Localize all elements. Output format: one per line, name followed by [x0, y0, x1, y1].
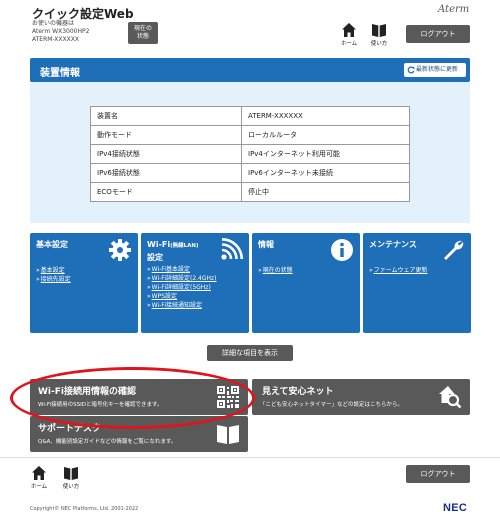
wifi-settings-card: Wi-Fi(無線LAN) 設定 Wi-Fi基本設定 Wi-Fi詳細設定(2.4G… — [141, 233, 249, 333]
table-row: 動作モード ローカルルータ — [90, 125, 410, 145]
device-identity-line: お使いの機器は — [32, 20, 75, 27]
current-status-button[interactable]: 現在の 状態 — [128, 22, 158, 44]
home-icon — [32, 466, 46, 480]
aterm-logo: Aterm — [438, 4, 470, 15]
table-value: 停止中 — [241, 182, 410, 202]
info-links: 現在の状態 — [258, 266, 293, 275]
wifi-icon — [221, 238, 243, 260]
card-title: 情報 — [258, 240, 274, 249]
book-icon — [372, 24, 386, 37]
table-key: IPv6接続状態 — [90, 163, 242, 183]
current-status-label-2: 状態 — [136, 33, 149, 40]
nec-logo: NEC — [443, 502, 468, 514]
table-value: IPv6インターネット未接続 — [241, 163, 410, 183]
table-row: 装置名 ATERM-XXXXXX — [90, 106, 410, 126]
table-key: 動作モード — [90, 125, 242, 145]
basic-settings-card: 基本設定 基本設定 接続先設定 — [30, 233, 138, 333]
footer-home-button[interactable]: ホーム — [26, 465, 52, 491]
table-key: 装置名 — [90, 106, 242, 126]
device-info-title: 装置情報 — [40, 68, 80, 79]
device-model: Aterm WX3000HP2 — [32, 28, 90, 35]
link-wps[interactable]: WPS設定 — [147, 292, 217, 301]
table-row: ECOモード 停止中 — [90, 182, 410, 202]
link-wifi-detail-5[interactable]: Wi-Fi詳細設定(5GHz) — [147, 283, 217, 292]
footer-manual-label: 使い方 — [62, 484, 80, 490]
device-info-table: 装置名 ATERM-XXXXXX 動作モード ローカルルータ IPv4接続状態 IPv… — [90, 106, 410, 202]
copyright: Copyright© NEC Platforms, Ltd. 2001-2022 — [30, 506, 139, 512]
home-label: ホーム — [340, 41, 358, 47]
book-icon — [64, 467, 78, 480]
link-current-status[interactable]: 現在の状態 — [258, 266, 293, 275]
refresh-icon — [407, 66, 415, 74]
show-details-button[interactable]: 詳細な項目を表示 — [207, 345, 293, 361]
wifi-title-main: Wi-Fi — [147, 240, 171, 249]
home-button[interactable]: ホーム — [336, 22, 362, 48]
header: クイック設定Web お使いの機器は Aterm WX3000HP2 ATERM-… — [0, 0, 500, 55]
card-title: Wi-Fi(無線LAN) 設定 — [147, 239, 199, 263]
device-info-panel: 装置情報 最新状態に更新 装置名 ATERM-XXXXXX 動作モード ローカルルー… — [30, 58, 470, 223]
table-row: IPv4接続状態 IPv4インターネット利用可能 — [90, 144, 410, 164]
support-desk-desc: Q&A、機能別設定ガイドなどの情報をご覧になれます。 — [38, 439, 177, 445]
footer-divider — [0, 457, 500, 458]
info-card: 情報 現在の状態 — [252, 233, 360, 333]
home-icon — [342, 23, 356, 37]
table-value: IPv4インターネット利用可能 — [241, 144, 410, 164]
table-value: ATERM-XXXXXX — [241, 106, 410, 126]
link-firmware-update[interactable]: ファームウェア更新 — [369, 266, 428, 275]
wifi-title-small: (無線LAN) — [170, 243, 199, 249]
table-row: IPv6接続状態 IPv6インターネット未接続 — [90, 163, 410, 183]
card-title: メンテナンス — [369, 240, 417, 249]
card-title: 基本設定 — [36, 240, 68, 249]
wifi-title-line2: 設定 — [147, 253, 163, 262]
refresh-label: 最新状態に更新 — [416, 66, 459, 73]
table-key: IPv4接続状態 — [90, 144, 242, 164]
maintenance-card: メンテナンス ファームウェア更新 — [363, 233, 471, 333]
wifi-settings-links: Wi-Fi基本設定 Wi-Fi詳細設定(2.4GHz) Wi-Fi詳細設定(5G… — [147, 265, 217, 310]
link-wifi-detail-24[interactable]: Wi-Fi詳細設定(2.4GHz) — [147, 274, 217, 283]
highlight-annotation-ring — [10, 367, 255, 429]
maintenance-links: ファームウェア更新 — [369, 266, 428, 275]
safety-net-card[interactable]: 見えて安心ネット 「こども安心ネットタイマー」などの設定はこちらから。 — [252, 379, 470, 415]
link-connection-settings[interactable]: 接続先設定 — [36, 275, 71, 284]
manual-label: 使い方 — [370, 41, 388, 47]
table-key: ECOモード — [90, 182, 242, 202]
device-identity: お使いの機器は Aterm WX3000HP2 ATERM-XXXXXX — [32, 20, 89, 44]
wrench-icon — [444, 240, 464, 260]
info-icon — [331, 239, 353, 261]
footer-home-label: ホーム — [30, 484, 48, 490]
manual-button[interactable]: 使い方 — [366, 22, 392, 48]
safety-net-desc: 「こども安心ネットタイマー」などの設定はこちらから。 — [260, 402, 404, 408]
current-status-label-1: 現在の — [133, 25, 152, 32]
basic-settings-links: 基本設定 接続先設定 — [36, 266, 71, 284]
device-info-header: 装置情報 最新状態に更新 — [30, 58, 470, 82]
table-value: ローカルルータ — [241, 125, 410, 145]
gear-icon — [109, 239, 131, 261]
device-name: ATERM-XXXXXX — [32, 36, 79, 43]
book-icon — [217, 425, 239, 444]
home-search-icon — [439, 386, 462, 409]
refresh-button[interactable]: 最新状態に更新 — [404, 63, 466, 77]
logout-button[interactable]: ログアウト — [406, 25, 470, 43]
footer-logout-button[interactable]: ログアウト — [406, 465, 470, 483]
footer-manual-button[interactable]: 使い方 — [58, 465, 84, 491]
link-wifi-basic[interactable]: Wi-Fi基本設定 — [147, 265, 217, 274]
link-wifi-notify[interactable]: Wi-Fi接続通知設定 — [147, 301, 217, 310]
safety-net-title: 見えて安心ネット — [262, 387, 334, 397]
link-basic-settings[interactable]: 基本設定 — [36, 266, 71, 275]
